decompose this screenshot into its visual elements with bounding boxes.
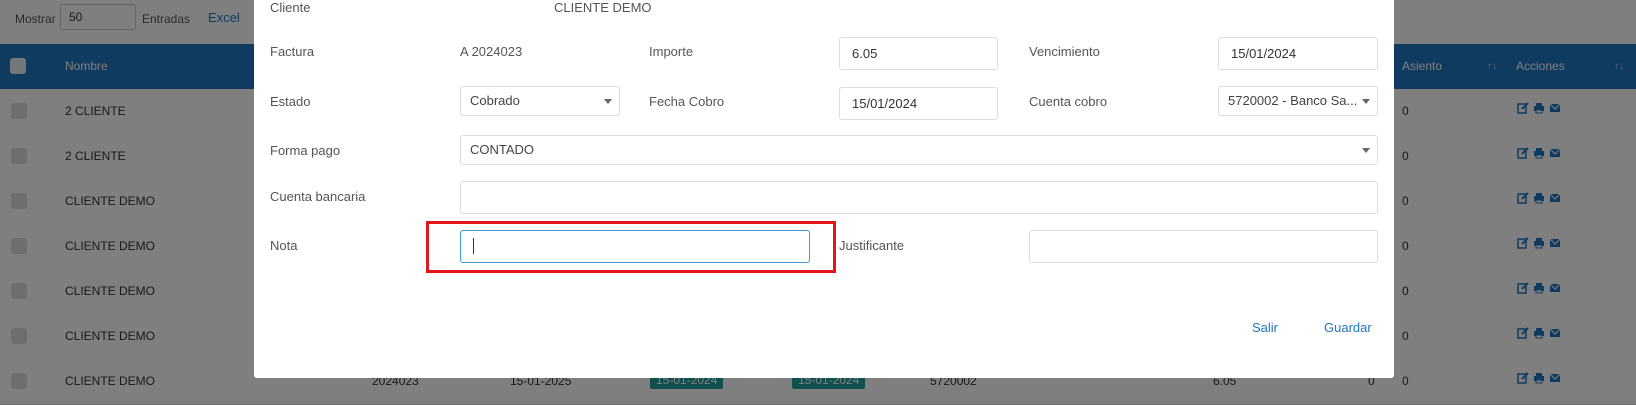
importe-label: Importe: [649, 44, 694, 59]
vencimiento-field[interactable]: 15/01/2024: [1218, 37, 1378, 70]
cuenta-cobro-label: Cuenta cobro: [1029, 94, 1108, 109]
justificante-label: Justificante: [839, 238, 905, 253]
chevron-down-icon: [1362, 99, 1370, 104]
cuenta-cobro-select-value: 5720002 - Banco Sa...: [1228, 93, 1358, 108]
estado-select[interactable]: Cobrado: [460, 86, 620, 116]
factura-label: Factura: [270, 44, 315, 59]
forma-pago-select-value: CONTADO: [470, 142, 535, 157]
edit-payment-modal: Cliente CLIENTE DEMO Factura A 2024023 I…: [254, 0, 1394, 378]
forma-pago-label: Forma pago: [270, 143, 341, 158]
guardar-button[interactable]: Guardar: [1324, 320, 1372, 335]
cuenta-bancaria-label: Cuenta bancaria: [270, 189, 366, 204]
justificante-field[interactable]: [1029, 230, 1378, 263]
vencimiento-label: Vencimiento: [1029, 44, 1100, 59]
nota-field-highlight: [426, 221, 836, 273]
cliente-label: Cliente: [270, 0, 311, 15]
cuenta-bancaria-field[interactable]: [460, 181, 1378, 214]
importe-field[interactable]: 6.05: [839, 37, 998, 70]
chevron-down-icon: [604, 99, 612, 104]
salir-button[interactable]: Salir: [1252, 320, 1278, 335]
nota-label: Nota: [270, 238, 298, 253]
cuenta-cobro-select[interactable]: 5720002 - Banco Sa...: [1218, 86, 1378, 116]
estado-label: Estado: [270, 94, 311, 109]
cliente-value: CLIENTE DEMO: [554, 0, 652, 15]
fecha-cobro-field[interactable]: 15/01/2024: [839, 87, 998, 120]
factura-value: A 2024023: [460, 44, 523, 59]
estado-select-value: Cobrado: [470, 93, 520, 108]
forma-pago-select[interactable]: CONTADO: [460, 135, 1378, 165]
fecha-cobro-label: Fecha Cobro: [649, 94, 725, 109]
chevron-down-icon: [1362, 148, 1370, 153]
